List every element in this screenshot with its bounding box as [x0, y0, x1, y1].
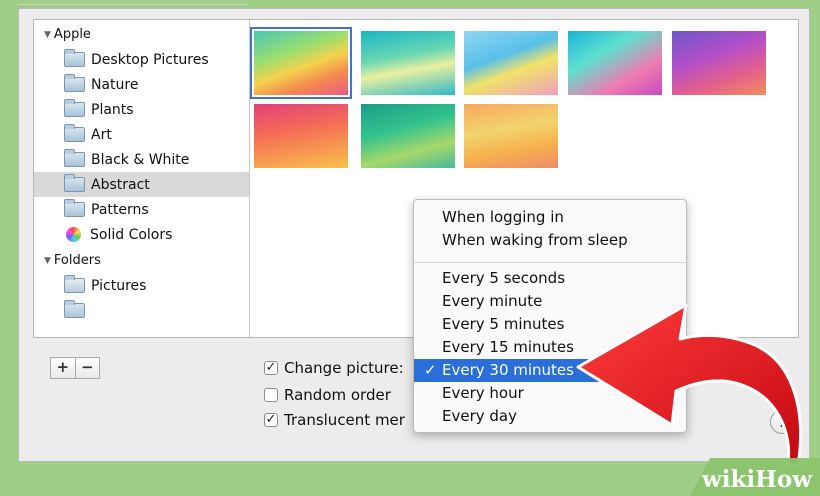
wallpaper-thumbnail-5[interactable]	[672, 31, 766, 95]
sidebar-item-label: Abstract	[91, 176, 150, 193]
menu-separator	[414, 262, 686, 263]
add-folder-button[interactable]: +	[50, 357, 76, 379]
sidebar-item-desktop-pictures[interactable]: Desktop Pictures	[34, 47, 249, 72]
folder-icon	[64, 149, 85, 167]
group-label: Apple	[53, 27, 91, 42]
folder-icon	[64, 174, 85, 192]
translucent-menu-label: Translucent mer	[284, 411, 405, 429]
change-picture-option[interactable]: ✓ Change picture:	[264, 358, 404, 378]
wallpaper-thumbnail-6[interactable]	[254, 104, 348, 168]
sidebar-item-art[interactable]: Art	[34, 122, 249, 147]
translucent-menu-option[interactable]: ✓ Translucent mer	[264, 410, 405, 430]
sidebar-item-nature[interactable]: Nature	[34, 72, 249, 97]
add-remove-buttons: + −	[50, 357, 100, 379]
disclosure-triangle-icon[interactable]: ▼	[44, 30, 51, 40]
folder-icon	[64, 300, 85, 318]
wikihow-watermark: wikiHow	[690, 458, 820, 496]
sidebar-item-label: Nature	[91, 76, 139, 93]
group-apple[interactable]: ▼ Apple	[34, 22, 249, 47]
red-curved-arrow-icon	[576, 303, 802, 467]
folder-icon	[64, 124, 85, 142]
checkmark-icon: ✓	[424, 361, 437, 379]
translucent-menu-checkbox[interactable]: ✓	[264, 413, 278, 427]
wallpaper-thumbnail-7[interactable]	[361, 104, 455, 168]
sidebar-item-label: Desktop Pictures	[91, 51, 209, 68]
folder-icon	[64, 74, 85, 92]
sidebar-item-label: Plants	[91, 101, 134, 118]
random-order-label: Random order	[284, 386, 391, 404]
sidebar-item-label: Solid Colors	[90, 226, 173, 243]
menu-item-when-waking[interactable]: When waking from sleep	[414, 229, 686, 252]
sidebar-item-plants[interactable]: Plants	[34, 97, 249, 122]
sidebar-item-solid-colors[interactable]: Solid Colors	[34, 222, 249, 247]
menu-item-label: Every 30 minutes	[442, 361, 574, 379]
sidebar-item-abstract[interactable]: Abstract	[34, 172, 249, 197]
random-order-checkbox[interactable]	[264, 388, 278, 402]
sidebar-item-patterns[interactable]: Patterns	[34, 197, 249, 222]
change-picture-label: Change picture:	[284, 359, 404, 377]
folder-icon	[64, 99, 85, 117]
color-wheel-icon	[66, 227, 81, 242]
wallpaper-thumbnail-1[interactable]	[250, 27, 352, 99]
group-folders[interactable]: ▼ Folders	[34, 248, 249, 273]
wallpaper-thumbnail-4[interactable]	[568, 31, 662, 95]
random-order-option[interactable]: Random order	[264, 385, 391, 405]
window-top-edge	[18, 0, 248, 5]
folder-icon	[64, 199, 85, 217]
group-label: Folders	[53, 253, 101, 268]
wikihow-logo-text: wikiHow	[701, 466, 812, 493]
source-list: ▼ Apple Desktop Pictures Nature Plants A…	[34, 20, 250, 337]
wallpaper-thumbnail-2[interactable]	[361, 31, 455, 95]
folder-icon	[64, 49, 85, 67]
sidebar-item-unnamed-folder[interactable]	[34, 298, 249, 323]
sidebar-item-label: Art	[91, 126, 112, 143]
disclosure-triangle-icon[interactable]: ▼	[44, 256, 51, 266]
pictures-folder-icon	[64, 275, 85, 293]
sidebar-item-label: Pictures	[91, 277, 147, 294]
menu-item-when-logging-in[interactable]: When logging in	[414, 206, 686, 229]
sidebar-item-black-white[interactable]: Black & White	[34, 147, 249, 172]
wallpaper-thumbnail-8[interactable]	[464, 104, 558, 168]
wallpaper-thumbnail-3[interactable]	[464, 31, 558, 95]
sidebar-item-pictures[interactable]: Pictures	[34, 273, 249, 298]
remove-folder-button[interactable]: −	[75, 357, 100, 379]
change-picture-checkbox[interactable]: ✓	[264, 361, 278, 375]
sidebar-item-label: Patterns	[91, 201, 149, 218]
sidebar-item-label: Black & White	[91, 151, 190, 168]
